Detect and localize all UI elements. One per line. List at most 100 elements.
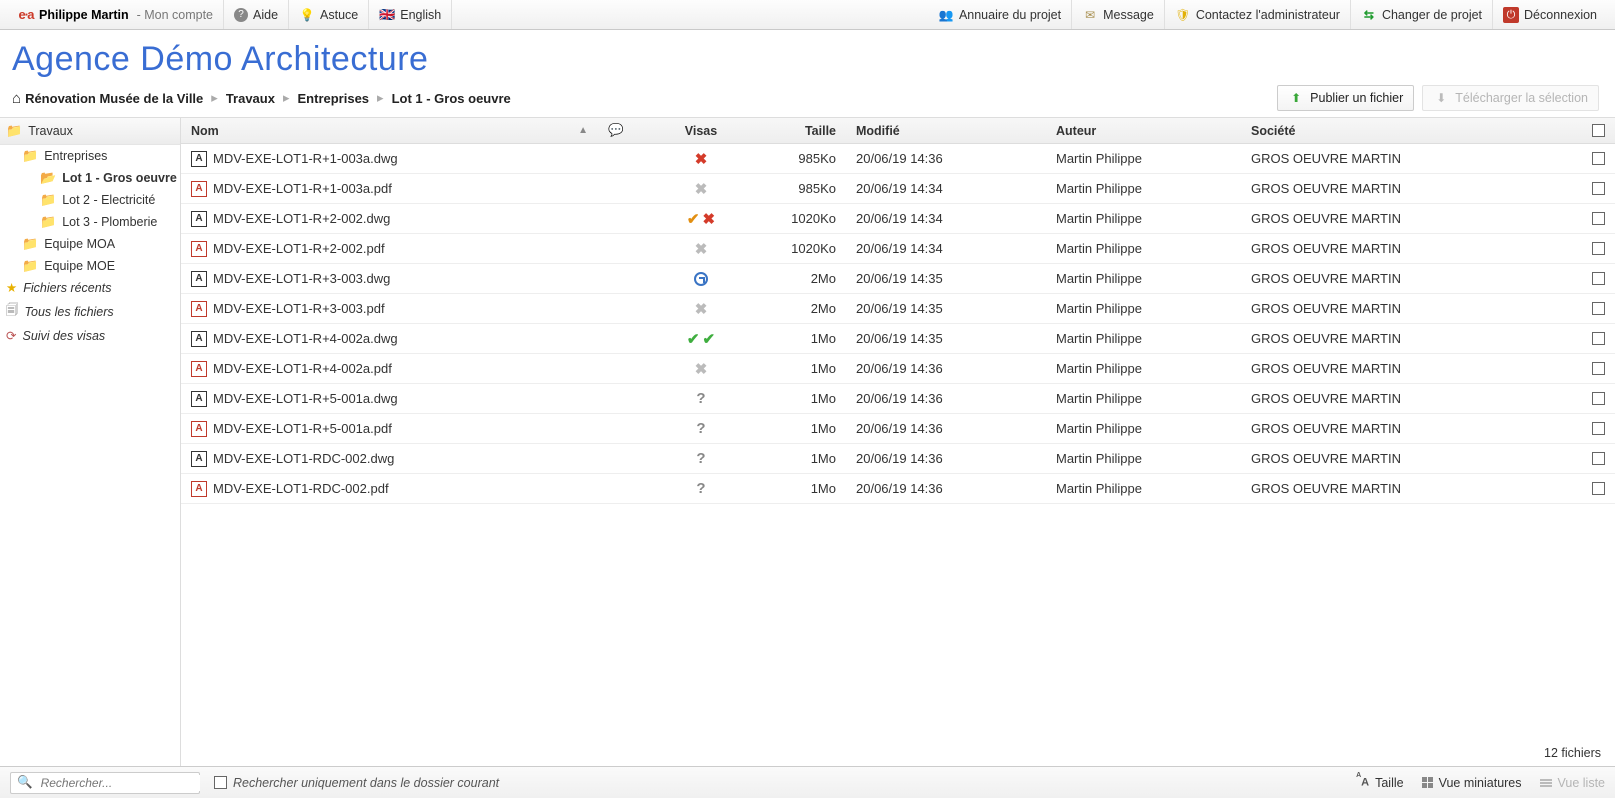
- th-comment[interactable]: 💬: [596, 118, 636, 143]
- help-link[interactable]: ? Aide: [224, 0, 289, 29]
- table-row[interactable]: AMDV-EXE-LOT1-R+5-001a.dwg?1Mo20/06/19 1…: [181, 384, 1615, 414]
- contact-admin-link[interactable]: 🛡 Contactez l'administrateur: [1164, 0, 1350, 29]
- cell-modified: 20/06/19 14:35: [846, 324, 1046, 353]
- checkbox-icon[interactable]: [1592, 422, 1605, 435]
- checkbox-icon[interactable]: [1592, 362, 1605, 375]
- table-row[interactable]: AMDV-EXE-LOT1-R+2-002.pdf✖1020Ko20/06/19…: [181, 234, 1615, 264]
- cell-name[interactable]: AMDV-EXE-LOT1-R+5-001a.dwg: [181, 384, 596, 413]
- publish-file-button[interactable]: ⬆ Publier un fichier: [1277, 85, 1414, 111]
- search-input[interactable]: [39, 775, 200, 791]
- sidebar-item[interactable]: 🗐Tous les fichiers: [0, 298, 180, 325]
- checkbox-icon[interactable]: [1592, 302, 1605, 315]
- checkbox-icon[interactable]: [1592, 182, 1605, 195]
- sidebar-item[interactable]: ★Fichiers récents: [0, 277, 180, 298]
- cell-name[interactable]: AMDV-EXE-LOT1-R+4-002a.pdf: [181, 354, 596, 383]
- cell-name[interactable]: AMDV-EXE-LOT1-RDC-002.dwg: [181, 444, 596, 473]
- table-row[interactable]: AMDV-EXE-LOT1-R+5-001a.pdf?1Mo20/06/19 1…: [181, 414, 1615, 444]
- cell-select[interactable]: [1551, 354, 1615, 383]
- message-link[interactable]: ✉ Message: [1071, 0, 1164, 29]
- text-size-control[interactable]: AA Taille: [1356, 776, 1404, 790]
- search-current-folder-toggle[interactable]: Rechercher uniquement dans le dossier co…: [214, 776, 499, 790]
- th-visa[interactable]: Visas: [636, 118, 766, 143]
- sidebar-item[interactable]: 📁Lot 2 - Electricité: [0, 189, 180, 211]
- account-menu[interactable]: e∙a Philippe Martin - Mon compte: [8, 0, 224, 29]
- cell-visa: ?: [636, 474, 766, 503]
- cell-name[interactable]: AMDV-EXE-LOT1-R+3-003.dwg: [181, 264, 596, 293]
- change-project-link[interactable]: ⇆ Changer de projet: [1350, 0, 1492, 29]
- table-row[interactable]: AMDV-EXE-LOT1-R+4-002a.dwg✔✔1Mo20/06/19 …: [181, 324, 1615, 354]
- breadcrumb-item-0[interactable]: Rénovation Musée de la Ville: [25, 91, 203, 106]
- th-company[interactable]: Société: [1241, 118, 1551, 143]
- view-thumbnails-button[interactable]: Vue miniatures: [1422, 776, 1522, 790]
- table-row[interactable]: AMDV-EXE-LOT1-R+1-003a.dwg✖985Ko20/06/19…: [181, 144, 1615, 174]
- sidebar-item[interactable]: 📁Lot 3 - Plomberie: [0, 211, 180, 233]
- th-size[interactable]: Taille: [766, 118, 846, 143]
- cell-company: GROS OEUVRE MARTIN: [1241, 414, 1551, 443]
- cell-name[interactable]: AMDV-EXE-LOT1-R+2-002.pdf: [181, 234, 596, 263]
- checkbox-icon[interactable]: [1592, 392, 1605, 405]
- breadcrumb-item-2[interactable]: Entreprises: [298, 91, 370, 106]
- sidebar-item[interactable]: 📁Equipe MOA: [0, 233, 180, 255]
- dwg-file-icon: A: [191, 391, 207, 407]
- cell-name[interactable]: AMDV-EXE-LOT1-R+5-001a.pdf: [181, 414, 596, 443]
- cell-name[interactable]: AMDV-EXE-LOT1-R+4-002a.dwg: [181, 324, 596, 353]
- cell-author: Martin Philippe: [1046, 144, 1241, 173]
- cell-name[interactable]: AMDV-EXE-LOT1-RDC-002.pdf: [181, 474, 596, 503]
- cell-select[interactable]: [1551, 414, 1615, 443]
- sidebar-root[interactable]: 📁 Travaux: [0, 118, 180, 145]
- cell-select[interactable]: [1551, 324, 1615, 353]
- cell-select[interactable]: [1551, 264, 1615, 293]
- sidebar-item[interactable]: 📁Entreprises: [0, 145, 180, 167]
- table-row[interactable]: AMDV-EXE-LOT1-R+1-003a.pdf✖985Ko20/06/19…: [181, 174, 1615, 204]
- cell-select[interactable]: [1551, 444, 1615, 473]
- checkbox-icon[interactable]: [1592, 152, 1605, 165]
- th-name[interactable]: Nom ▲: [181, 118, 596, 143]
- th-modified-label: Modifié: [856, 124, 900, 138]
- breadcrumb-item-3[interactable]: Lot 1 - Gros oeuvre: [392, 91, 511, 106]
- breadcrumb-item-1[interactable]: Travaux: [226, 91, 275, 106]
- tip-link[interactable]: 💡 Astuce: [289, 0, 369, 29]
- language-link[interactable]: 🇬🇧 English: [369, 0, 452, 29]
- table-row[interactable]: AMDV-EXE-LOT1-R+3-003.pdf✖2Mo20/06/19 14…: [181, 294, 1615, 324]
- sidebar-item[interactable]: 📁Equipe MOE: [0, 255, 180, 277]
- table-row[interactable]: AMDV-EXE-LOT1-R+2-002.dwg✔✖1020Ko20/06/1…: [181, 204, 1615, 234]
- checkbox-icon[interactable]: [1592, 212, 1605, 225]
- table-row[interactable]: AMDV-EXE-LOT1-R+3-003.dwg2Mo20/06/19 14:…: [181, 264, 1615, 294]
- cell-select[interactable]: [1551, 204, 1615, 233]
- logout-link[interactable]: ⏻ Déconnexion: [1492, 0, 1607, 29]
- checkbox-icon[interactable]: [214, 776, 227, 789]
- cell-name[interactable]: AMDV-EXE-LOT1-R+1-003a.dwg: [181, 144, 596, 173]
- table-row[interactable]: AMDV-EXE-LOT1-R+4-002a.pdf✖1Mo20/06/19 1…: [181, 354, 1615, 384]
- th-author[interactable]: Auteur: [1046, 118, 1241, 143]
- cell-name[interactable]: AMDV-EXE-LOT1-R+2-002.dwg: [181, 204, 596, 233]
- cell-select[interactable]: [1551, 474, 1615, 503]
- cell-author: Martin Philippe: [1046, 474, 1241, 503]
- cell-size: 985Ko: [766, 144, 846, 173]
- cell-select[interactable]: [1551, 234, 1615, 263]
- cell-name[interactable]: AMDV-EXE-LOT1-R+3-003.pdf: [181, 294, 596, 323]
- table-row[interactable]: AMDV-EXE-LOT1-RDC-002.dwg?1Mo20/06/19 14…: [181, 444, 1615, 474]
- cell-select[interactable]: [1551, 294, 1615, 323]
- th-select-all[interactable]: [1551, 118, 1615, 143]
- table-row[interactable]: AMDV-EXE-LOT1-RDC-002.pdf?1Mo20/06/19 14…: [181, 474, 1615, 504]
- checkbox-icon[interactable]: [1592, 124, 1605, 137]
- cell-name[interactable]: AMDV-EXE-LOT1-R+1-003a.pdf: [181, 174, 596, 203]
- cell-select[interactable]: [1551, 144, 1615, 173]
- home-icon[interactable]: ⌂: [12, 90, 21, 107]
- sidebar-item[interactable]: ⟳Suivi des visas: [0, 325, 180, 346]
- checkbox-icon[interactable]: [1592, 242, 1605, 255]
- cell-select[interactable]: [1551, 174, 1615, 203]
- checkbox-icon[interactable]: [1592, 452, 1605, 465]
- checkbox-icon[interactable]: [1592, 332, 1605, 345]
- checkbox-icon[interactable]: [1592, 272, 1605, 285]
- cell-select[interactable]: [1551, 384, 1615, 413]
- sidebar-item[interactable]: 📂Lot 1 - Gros oeuvre: [0, 167, 180, 189]
- search-box[interactable]: 🔍: [10, 772, 200, 794]
- breadcrumb-row: ⌂ Rénovation Musée de la Ville ▸ Travaux…: [12, 85, 1603, 111]
- project-directory-link[interactable]: 👥 Annuaire du projet: [928, 0, 1071, 29]
- checkbox-icon[interactable]: [1592, 482, 1605, 495]
- th-modified[interactable]: Modifié: [846, 118, 1046, 143]
- folder-icon: 📁: [40, 192, 56, 208]
- folder-icon: 📁: [22, 148, 38, 164]
- pdf-file-icon: A: [191, 481, 207, 497]
